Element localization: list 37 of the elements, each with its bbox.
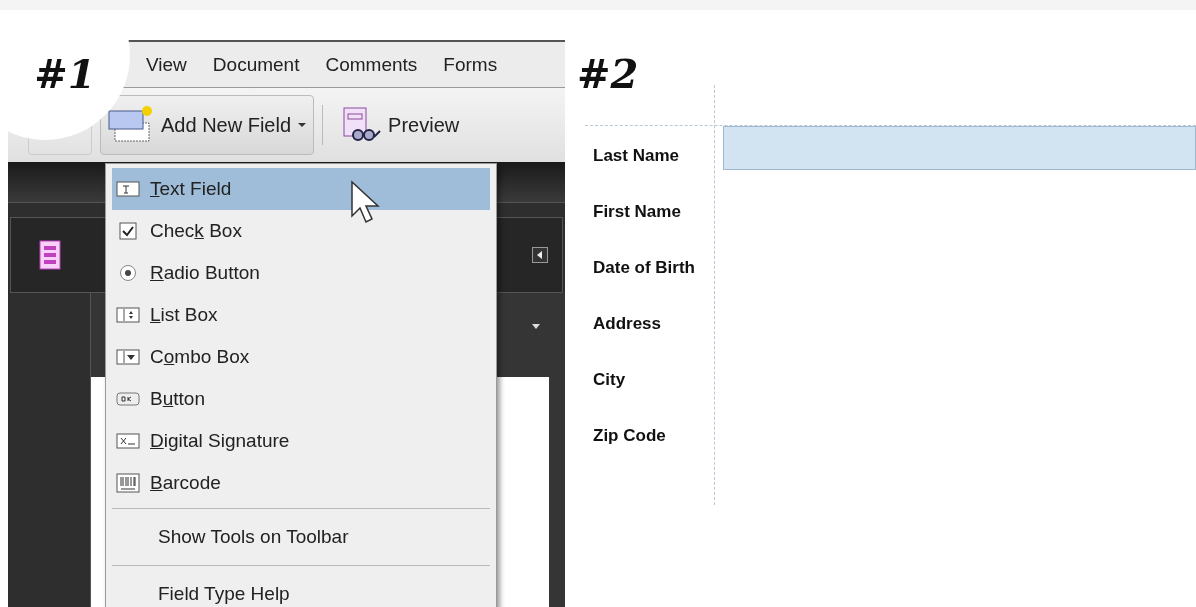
menu-item[interactable]: Forms — [443, 53, 498, 76]
checkbox-icon — [116, 222, 140, 240]
menu-item[interactable]: View — [146, 53, 187, 76]
menu-item[interactable]: Text Field — [112, 168, 490, 210]
form-fields-icon — [39, 240, 61, 270]
add-new-field-button[interactable]: Add New Field — [100, 95, 315, 155]
text-field[interactable] — [723, 126, 1196, 170]
menu-item[interactable]: Combo Box — [112, 336, 490, 378]
caret-icon — [297, 121, 308, 129]
menu-item[interactable]: Show Tools on Toolbar — [112, 513, 490, 561]
signature-icon — [116, 432, 140, 450]
combo-box-icon — [116, 348, 140, 366]
menu-item[interactable]: Barcode — [112, 462, 490, 504]
field-label: City — [593, 370, 627, 391]
collapse-button[interactable] — [532, 247, 548, 263]
new-field-icon — [107, 105, 155, 145]
step-heading: #2 — [577, 50, 640, 97]
caret-icon — [531, 323, 541, 331]
menu-item[interactable]: Check Box — [112, 210, 490, 252]
list-box-icon — [116, 306, 140, 324]
menu-item[interactable]: Document — [212, 53, 300, 76]
menu-item[interactable]: List Box — [112, 294, 490, 336]
field-label: Last Name — [593, 146, 680, 167]
menu-item[interactable]: Digital Signature — [112, 420, 490, 462]
menu-item[interactable]: Radio Button — [112, 252, 490, 294]
field-label: Zip Code — [593, 426, 667, 447]
field-label: Date of Birth — [593, 258, 696, 279]
text-field-icon — [116, 180, 140, 198]
menu-item[interactable]: Comments — [325, 53, 418, 76]
menu-item[interactable]: Field Type Help — [112, 570, 490, 607]
menu-item[interactable]: Button — [112, 378, 490, 420]
field-label: Address — [593, 314, 663, 335]
left-arrow-icon — [537, 251, 543, 259]
field-label: First Name — [593, 202, 682, 223]
barcode-icon — [116, 473, 140, 493]
preview-button[interactable]: Preview — [331, 95, 467, 155]
ok-button-icon — [116, 390, 140, 408]
